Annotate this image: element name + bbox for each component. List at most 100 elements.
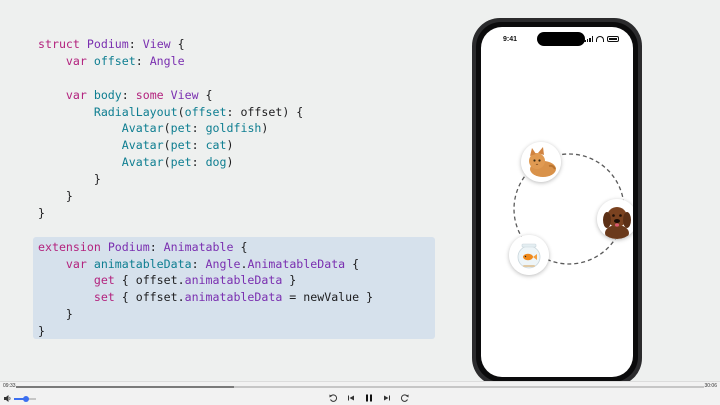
code-token: : [191,121,206,136]
dog-photo-icon [597,199,633,239]
code-token: Angle [205,256,241,271]
code-token: offset [93,53,136,68]
code-token: var [38,256,94,271]
code-token: pet [170,138,192,153]
code-token: Avatar [121,121,164,136]
code-line: } [38,171,373,188]
code-token: ) [261,121,269,136]
previous-chapter-button[interactable] [346,393,356,403]
code-token: Angle [149,53,185,68]
code-token: { [170,37,185,51]
code-token: var [38,53,94,68]
code-token: : [135,53,150,68]
code-token: some [135,87,171,102]
code-token: : [191,256,206,271]
code-token: View [170,87,199,102]
code-token: : [191,155,206,170]
code-line: get { offset.animatableData } [38,272,373,289]
volume-icon[interactable] [4,395,12,402]
pause-icon [366,394,372,402]
code-token: animatableData [93,256,192,271]
forward-button[interactable] [400,393,410,403]
code-token: struct [38,37,87,51]
code-token: { [345,256,360,271]
code-token: } [282,273,297,288]
next-chapter-button[interactable] [382,393,392,403]
code-line: Avatar(pet: cat) [38,137,373,154]
code-line: set { offset.animatableData = newValue } [38,289,373,306]
code-token: : offset) { [226,104,304,119]
code-token: View [142,37,171,51]
code-token: { offset. [121,273,185,288]
code-token: get [38,273,122,288]
code-token: body [93,87,122,102]
code-token: ( [163,155,171,170]
code-token: } [38,172,101,187]
code-token: ) [226,138,234,153]
code-line: var offset: Angle [38,53,373,70]
code-token: dog [205,155,227,170]
code-line: Avatar(pet: dog) [38,154,373,171]
code-line: } [38,188,373,205]
code-line: RadialLayout(offset: offset) { [38,104,373,121]
total-time: 30:06 [704,383,717,389]
code-token: : [191,138,206,153]
pause-button[interactable] [364,393,374,403]
code-token: Avatar [121,155,164,170]
code-token: ( [163,121,171,136]
code-token: } [38,205,45,220]
skip-back-icon [348,395,354,401]
elapsed-time: 09:33 [3,383,16,389]
code-token: Animatable [163,239,234,254]
code-token: : [149,239,164,254]
code-token: AnimatableData [247,256,346,271]
rewind-icon [329,394,338,402]
code-line: Avatar(pet: goldfish) [38,120,373,137]
code-line: } [38,205,373,222]
code-line: } [38,323,373,340]
code-token: cat [205,138,227,153]
code-token: extension [38,239,108,254]
code-line: var body: some View { [38,87,373,104]
goldfish-bowl-icon [509,235,549,275]
code-token: ) [226,155,234,170]
code-token: goldfish [205,121,262,136]
code-token: RadialLayout [93,104,178,119]
code-token: : [121,87,136,102]
code-token: = newValue } [282,290,374,305]
cat-photo-icon [521,142,561,182]
forward-icon [400,394,409,402]
code-token: Podium [107,239,150,254]
code-token: } [38,189,73,204]
progress-fill [16,386,235,388]
playback-controls [328,393,410,403]
code-token: animatableData [184,273,283,288]
code-token: offset [184,104,227,119]
volume-knob[interactable] [23,396,30,402]
code-listing: struct Podium: View { var offset: Angle … [38,36,373,340]
code-token: { [233,239,248,254]
code-token: { [198,87,213,102]
avatar-cat [521,142,561,182]
avatar-dog [597,199,633,239]
code-token: animatableData [184,290,283,305]
code-token: ( [177,104,185,119]
rewind-button[interactable] [328,393,338,403]
code-token: { offset. [121,290,185,305]
code-token: ( [163,138,171,153]
code-line: var animatableData: Angle.AnimatableData… [38,256,373,273]
avatar-goldfish [509,235,549,275]
code-token: set [38,290,122,305]
code-line: struct Podium: View { [38,36,373,53]
code-line: } [38,306,373,323]
skip-forward-icon [384,395,390,401]
iphone-mockup: 9:41 [472,18,642,386]
code-token: pet [170,121,192,136]
code-token: var [38,87,94,102]
